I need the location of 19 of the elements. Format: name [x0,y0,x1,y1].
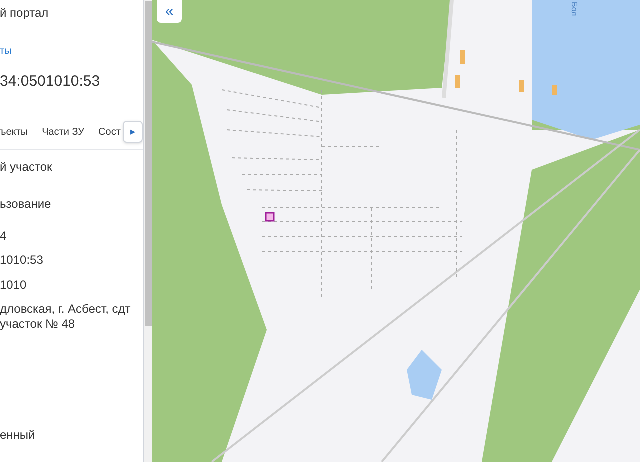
field-value: й участок [0,160,54,174]
field-value: 4 [0,228,8,244]
cadastral-number: 34:0501010:53 [0,72,102,92]
field-value: ьзование [0,196,52,212]
map-label: Бол [569,2,580,16]
portal-title: й портал [0,5,50,22]
field-value: дловская, г. Асбест, сдт участок № 48 [0,302,132,332]
tab[interactable]: Части ЗУ [42,124,85,140]
collapse-button[interactable]: « [157,0,182,23]
field-value: 1010:53 [0,252,44,268]
tab[interactable]: ъекты [0,124,28,140]
tab[interactable]: Сост [98,124,121,140]
map-drawing[interactable] [152,0,640,462]
link[interactable]: ты [0,44,12,59]
scrollbar[interactable] [143,0,152,462]
field-value: 1010 [0,278,28,292]
scroll-tabs-button[interactable]: ▸ [122,121,143,143]
scrollbar-thumb[interactable] [144,1,152,326]
field-value: енный [0,428,36,442]
